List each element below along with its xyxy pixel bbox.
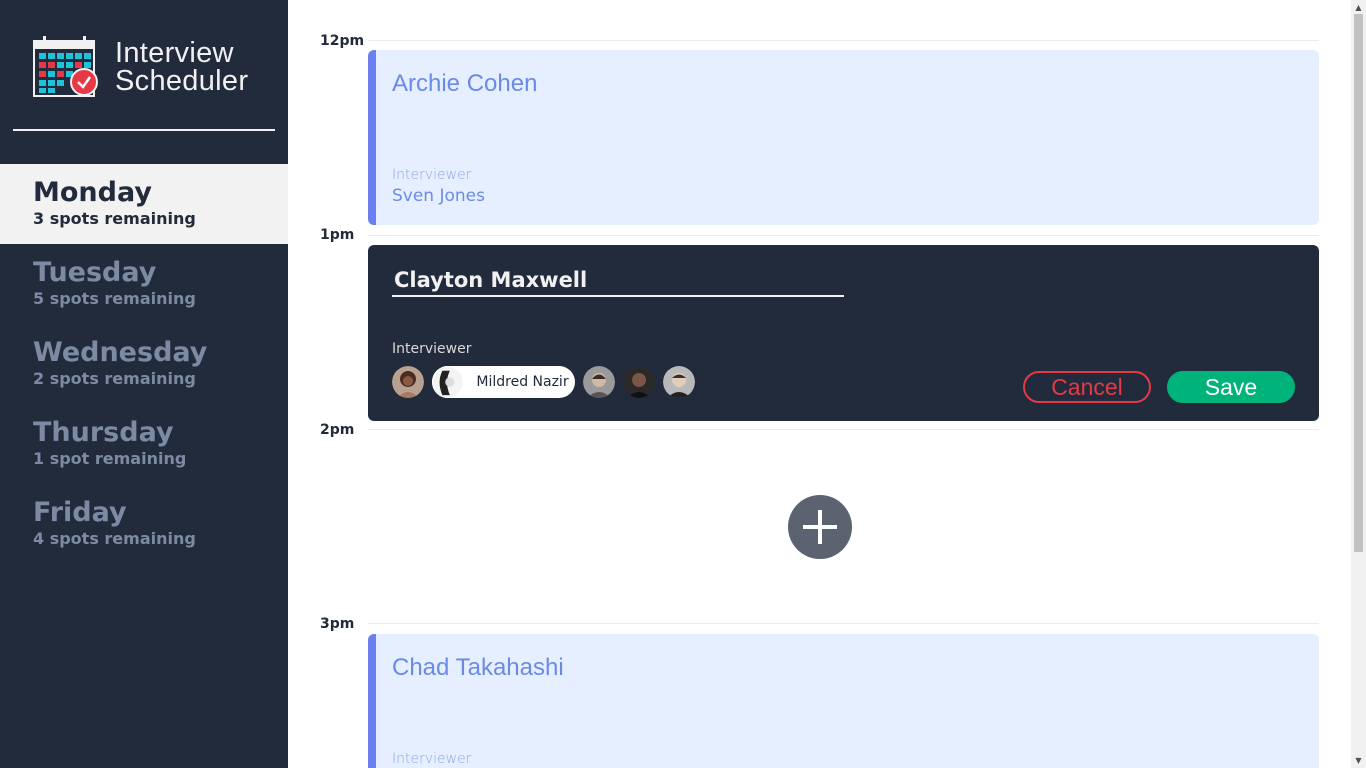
interviewer-selected[interactable]: Mildred Nazir	[432, 366, 575, 398]
day-item-friday[interactable]: Friday 4 spots remaining	[0, 484, 288, 564]
day-name: Monday	[33, 177, 152, 208]
interviewer-avatar-3[interactable]	[583, 366, 615, 398]
interviewer-label: Interviewer	[392, 751, 472, 767]
interviewer-avatar-4[interactable]	[623, 366, 655, 398]
day-item-monday[interactable]: Monday 3 spots remaining	[0, 164, 288, 244]
time-label: 1pm	[320, 227, 355, 243]
time-label: 3pm	[320, 616, 355, 632]
app-title-line2: Scheduler	[115, 65, 249, 97]
appointment-card[interactable]: Chad Takahashi Interviewer	[368, 634, 1319, 768]
slot-divider	[368, 235, 1319, 236]
interviewer-name: Sven Jones	[392, 186, 485, 206]
scrollbar[interactable]: ▲ ▼	[1351, 0, 1366, 768]
day-list: Monday 3 spots remaining Tuesday 5 spots…	[0, 164, 288, 564]
interviewer-avatar-2	[432, 366, 464, 398]
day-item-thursday[interactable]: Thursday 1 spot remaining	[0, 404, 288, 484]
day-spots: 3 spots remaining	[33, 209, 196, 228]
appointment-form: Interviewer Mildred Nazir	[368, 245, 1319, 421]
slot-divider	[368, 429, 1319, 430]
day-item-wednesday[interactable]: Wednesday 2 spots remaining	[0, 324, 288, 404]
interviewer-avatar-1[interactable]	[392, 366, 424, 398]
slot-divider	[368, 40, 1319, 41]
day-spots: 4 spots remaining	[33, 529, 196, 548]
day-spots: 2 spots remaining	[33, 369, 196, 388]
sidebar: Interview Scheduler Monday 3 spots remai…	[0, 0, 288, 768]
student-name: Archie Cohen	[392, 70, 538, 97]
interviewer-selected-name: Mildred Nazir	[476, 374, 569, 390]
day-name: Tuesday	[33, 257, 157, 288]
cancel-button[interactable]: Cancel	[1023, 371, 1151, 403]
brand: Interview Scheduler	[33, 36, 248, 98]
interviewer-label: Interviewer	[392, 341, 472, 357]
interviewer-list: Mildred Nazir	[392, 366, 703, 398]
plus-icon	[803, 510, 837, 544]
student-name-input[interactable]	[392, 265, 844, 297]
interviewer-label: Interviewer	[392, 167, 472, 183]
slot-divider	[368, 623, 1319, 624]
day-item-tuesday[interactable]: Tuesday 5 spots remaining	[0, 244, 288, 324]
time-label: 12pm	[320, 33, 365, 49]
app-title: Interview Scheduler	[115, 37, 249, 97]
app-title-line1: Interview	[115, 37, 234, 69]
student-name: Chad Takahashi	[392, 654, 564, 681]
appointment-card[interactable]: Archie Cohen Interviewer Sven Jones	[368, 50, 1319, 225]
save-button[interactable]: Save	[1167, 371, 1295, 403]
day-name: Friday	[33, 497, 127, 528]
day-spots: 1 spot remaining	[33, 449, 187, 468]
time-label: 2pm	[320, 422, 355, 438]
sidebar-divider	[13, 129, 275, 131]
scroll-up-arrow-icon[interactable]: ▲	[1351, 0, 1366, 15]
schedule: 12pm Archie Cohen Interviewer Sven Jones…	[288, 0, 1351, 768]
calendar-logo-icon	[33, 36, 98, 97]
scroll-thumb[interactable]	[1354, 14, 1363, 552]
day-spots: 5 spots remaining	[33, 289, 196, 308]
add-appointment-button[interactable]	[788, 495, 852, 559]
day-name: Thursday	[33, 417, 174, 448]
scroll-down-arrow-icon[interactable]: ▼	[1351, 753, 1366, 768]
day-name: Wednesday	[33, 337, 208, 368]
interviewer-avatar-5[interactable]	[663, 366, 695, 398]
